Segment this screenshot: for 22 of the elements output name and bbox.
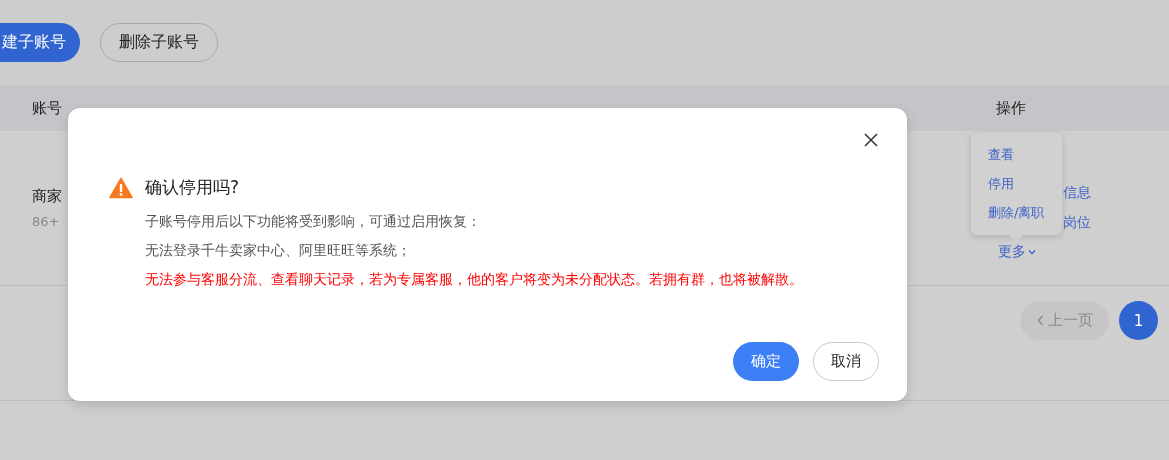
chevron-left-icon: [1036, 315, 1044, 326]
cancel-button[interactable]: 取消: [813, 342, 879, 381]
account-id: 86+: [32, 214, 60, 229]
confirm-button[interactable]: 确定: [733, 342, 799, 381]
message-text: 子账号停用后以下功能将受到影响，可通过启用恢复：: [145, 213, 482, 231]
dialog-title: 确认停用吗?: [145, 176, 240, 199]
menu-item[interactable]: 查看: [988, 146, 1062, 164]
action-link[interactable]: 信息: [1063, 184, 1091, 202]
account-name: 商家: [32, 187, 62, 206]
close-icon[interactable]: [863, 132, 879, 148]
more-link[interactable]: 更多: [998, 243, 1036, 261]
action-link[interactable]: 岗位: [1063, 214, 1091, 232]
page-button[interactable]: 1: [1119, 301, 1158, 340]
chevron-down-icon: [1028, 249, 1036, 255]
create-button[interactable]: 建子账号: [0, 23, 80, 62]
menu-item[interactable]: 停用: [988, 175, 1062, 193]
menu-item[interactable]: 删除/离职: [988, 204, 1062, 222]
message-text: 无法登录千牛卖家中心、阿里旺旺等系统；: [145, 242, 412, 260]
column-header: 账号: [32, 98, 63, 118]
warning-text: 无法参与客服分流、查看聊天记录，若为专属客服，他的客户将变为未分配状态。若拥有群，也将被解散。: [145, 271, 804, 289]
column-header: 操作: [996, 98, 1027, 118]
warning-icon: [109, 176, 133, 199]
